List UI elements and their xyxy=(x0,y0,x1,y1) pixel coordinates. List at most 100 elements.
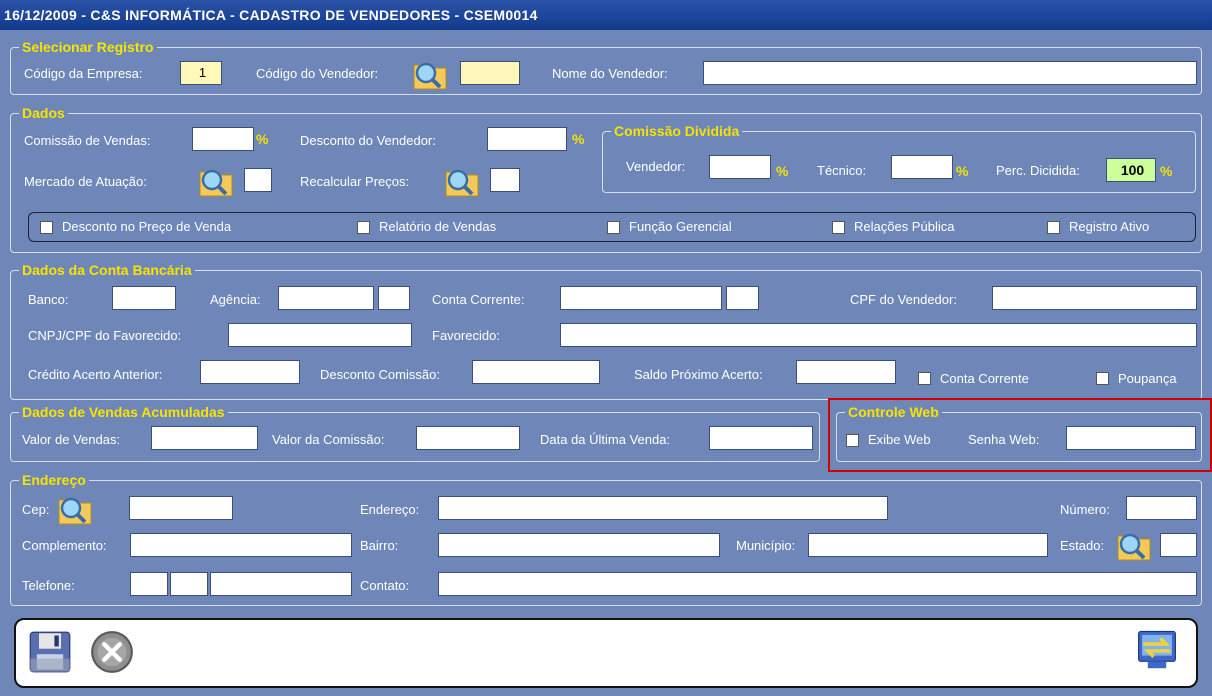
cpf-vendedor-label: CPF do Vendedor: xyxy=(850,292,957,307)
municipio-label: Município: xyxy=(736,538,796,553)
telefone-ddd-field[interactable] xyxy=(130,572,168,596)
cancel-x-icon[interactable] xyxy=(90,630,134,674)
credito-acerto-label: Crédito Acerto Anterior: xyxy=(28,367,163,382)
valor-comissao-label: Valor da Comissão: xyxy=(272,432,385,447)
nome-vendedor-label: Nome do Vendedor: xyxy=(552,66,668,81)
cd-tecnico-label: Técnico: xyxy=(817,163,867,178)
relatorio-vendas-label: Relatório de Vendas xyxy=(379,219,497,234)
search-folder-icon[interactable] xyxy=(198,164,234,198)
municipio-field[interactable] xyxy=(808,533,1048,557)
poupanca-checkbox[interactable] xyxy=(1096,372,1109,385)
credito-acerto-field[interactable] xyxy=(200,360,300,384)
cd-vendedor-label: Vendedor: xyxy=(626,159,686,174)
cpf-vendedor-field[interactable] xyxy=(992,286,1197,310)
nome-vendedor-field[interactable] xyxy=(703,61,1197,85)
conta-corrente-label: Conta Corrente: xyxy=(432,292,525,307)
poupanca-check-label: Poupança xyxy=(1118,371,1177,386)
conta-digito-field[interactable] xyxy=(726,286,759,310)
search-folder-icon[interactable] xyxy=(57,492,93,526)
group-legend: Dados xyxy=(19,104,68,122)
complemento-label: Complemento: xyxy=(22,538,107,553)
exibe-web-checkbox[interactable] xyxy=(846,434,859,447)
agencia-field[interactable] xyxy=(278,286,374,310)
percent-sign: % xyxy=(1160,163,1173,179)
valor-comissao-field[interactable] xyxy=(416,426,520,450)
desconto-preco-label: Desconto no Preço de Venda xyxy=(62,219,232,234)
perc-dicidida-label: Perc. Dicidida: xyxy=(996,163,1080,178)
exit-swap-icon[interactable] xyxy=(1134,628,1180,674)
bairro-label: Bairro: xyxy=(360,538,399,553)
numero-label: Número: xyxy=(1060,502,1110,517)
cod-vendedor-label: Código do Vendedor: xyxy=(256,66,379,81)
group-legend: Dados da Conta Bancária xyxy=(19,261,195,279)
relacoes-publica-checkbox[interactable] xyxy=(832,221,845,234)
endereco-label: Endereço: xyxy=(360,502,420,517)
cod-empresa-field[interactable]: 1 xyxy=(180,61,222,85)
relatorio-vendas-checkbox[interactable] xyxy=(357,221,370,234)
favorecido-label: Favorecido: xyxy=(432,328,500,343)
cod-empresa-label: Código da Empresa: xyxy=(24,66,143,81)
funcao-gerencial-label: Função Gerencial xyxy=(629,219,732,234)
contato-field[interactable] xyxy=(438,572,1197,596)
percent-sign: % xyxy=(956,163,969,179)
desconto-vendedor-field[interactable] xyxy=(487,127,567,151)
group-legend: Endereço xyxy=(19,471,89,489)
mercado-atuacao-label: Mercado de Atuação: xyxy=(24,174,147,189)
group-vendas-acumuladas: Dados de Vendas Acumuladas xyxy=(10,403,820,462)
comissao-vendas-label: Comissão de Vendas: xyxy=(24,133,151,148)
recalcular-precos-field[interactable] xyxy=(490,168,520,192)
cep-label: Cep: xyxy=(22,502,50,517)
comissao-vendas-field[interactable] xyxy=(192,127,254,151)
valor-vendas-label: Valor de Vendas: xyxy=(22,432,121,447)
group-legend: Selecionar Registro xyxy=(19,38,157,56)
conta-corrente-checkbox[interactable] xyxy=(918,372,931,385)
cod-vendedor-field[interactable] xyxy=(460,61,520,85)
cd-vendedor-field[interactable] xyxy=(709,155,771,179)
percent-sign: % xyxy=(572,131,585,147)
search-folder-icon[interactable] xyxy=(444,164,480,198)
cnpj-favorecido-label: CNPJ/CPF do Favorecido: xyxy=(28,328,182,343)
save-disk-icon[interactable] xyxy=(28,630,72,674)
title-bar: 16/12/2009 - C&S INFORMÁTICA - CADASTRO … xyxy=(0,0,1212,30)
telefone-prefixo-field[interactable] xyxy=(170,572,208,596)
cep-field[interactable] xyxy=(129,496,233,520)
senha-web-field[interactable] xyxy=(1066,426,1196,450)
estado-label: Estado: xyxy=(1060,538,1105,553)
saldo-proximo-label: Saldo Próximo Acerto: xyxy=(634,367,763,382)
toolbar xyxy=(14,618,1198,688)
data-ultima-venda-field[interactable] xyxy=(709,426,813,450)
search-folder-icon[interactable] xyxy=(412,57,448,91)
valor-vendas-field[interactable] xyxy=(151,426,258,450)
favorecido-field[interactable] xyxy=(560,323,1197,347)
registro-ativo-label: Registro Ativo xyxy=(1069,219,1150,234)
funcao-gerencial-checkbox[interactable] xyxy=(607,221,620,234)
desconto-comissao-field[interactable] xyxy=(472,360,600,384)
conta-corrente-field[interactable] xyxy=(560,286,722,310)
banco-field[interactable] xyxy=(112,286,176,310)
desconto-preco-checkbox[interactable] xyxy=(40,221,53,234)
conta-corrente-check-label: Conta Corrente xyxy=(940,371,1029,386)
perc-dicidida-field[interactable]: 100 xyxy=(1106,158,1156,182)
senha-web-label: Senha Web: xyxy=(968,432,1040,447)
mercado-atuacao-field[interactable] xyxy=(244,168,272,192)
complemento-field[interactable] xyxy=(130,533,352,557)
telefone-label: Telefone: xyxy=(22,578,75,593)
agencia-digito-field[interactable] xyxy=(378,286,410,310)
saldo-proximo-field[interactable] xyxy=(796,360,896,384)
numero-field[interactable] xyxy=(1126,496,1197,520)
group-legend: Comissão Dividida xyxy=(611,122,743,140)
cd-tecnico-field[interactable] xyxy=(891,155,953,179)
desconto-vendedor-label: Desconto do Vendedor: xyxy=(300,133,436,148)
telefone-numero-field[interactable] xyxy=(210,572,352,596)
contato-label: Contato: xyxy=(360,578,410,593)
relacoes-publica-label: Relações Pública xyxy=(854,219,955,234)
desconto-comissao-label: Desconto Comissão: xyxy=(320,367,440,382)
endereco-field[interactable] xyxy=(438,496,888,520)
cnpj-favorecido-field[interactable] xyxy=(228,323,412,347)
percent-sign: % xyxy=(776,163,789,179)
estado-field[interactable] xyxy=(1160,533,1197,557)
bairro-field[interactable] xyxy=(438,533,720,557)
search-folder-icon[interactable] xyxy=(1116,528,1152,562)
registro-ativo-checkbox[interactable] xyxy=(1047,221,1060,234)
banco-label: Banco: xyxy=(28,292,69,307)
